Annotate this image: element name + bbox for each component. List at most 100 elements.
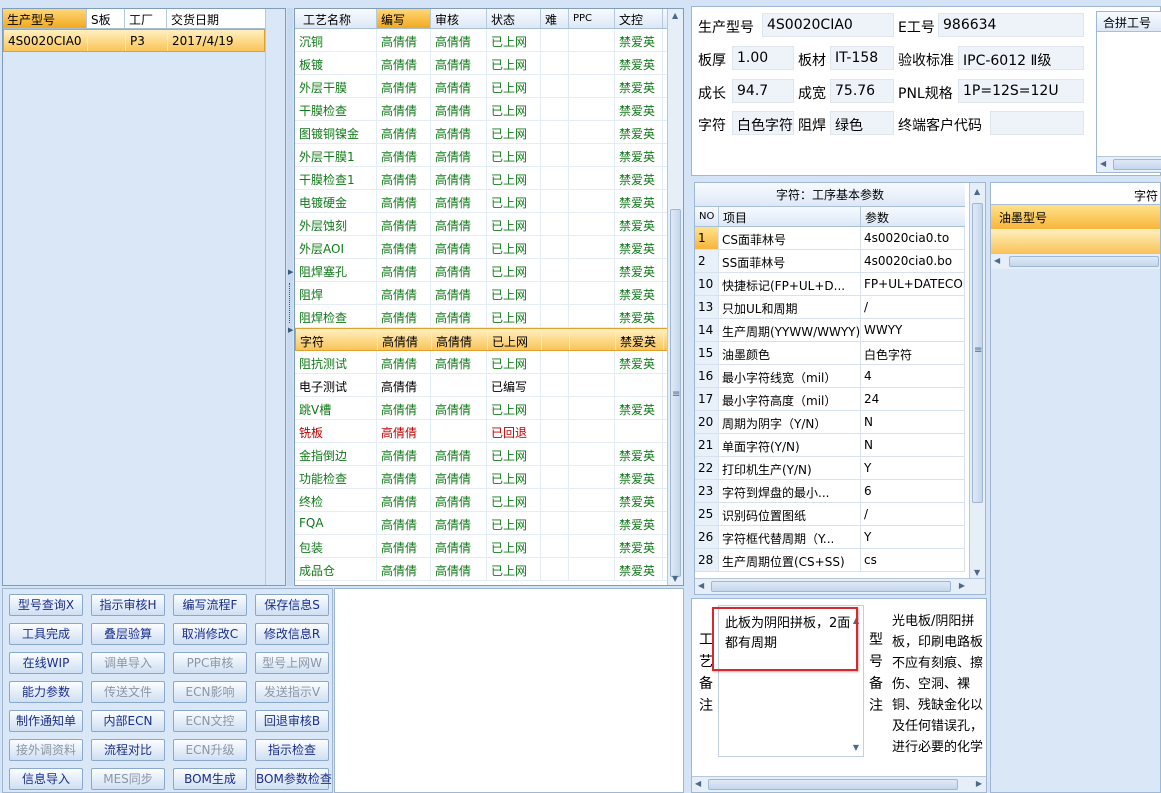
- col-ppc[interactable]: PPC: [569, 9, 615, 28]
- action-button[interactable]: 信息导入: [9, 768, 83, 790]
- process-row[interactable]: 成品仓 高倩倩 高倩倩 已上网 禁爱英: [295, 558, 683, 581]
- param-row[interactable]: 23 字符到焊盘的最小... 6: [695, 480, 965, 503]
- col-model[interactable]: 生产型号: [3, 9, 87, 28]
- action-button[interactable]: 制作通知单: [9, 710, 83, 732]
- param-row[interactable]: 22 打印机生产(Y/N) Y: [695, 457, 965, 480]
- col-factory[interactable]: 工厂: [125, 9, 167, 28]
- action-button[interactable]: 回退审核B: [255, 710, 329, 732]
- param-row[interactable]: 26 字符框代替周期（Y... Y: [695, 526, 965, 549]
- col-review[interactable]: 审核: [431, 9, 487, 28]
- col-write[interactable]: 编写: [377, 9, 431, 28]
- action-button[interactable]: BOM生成: [173, 768, 247, 790]
- process-row[interactable]: 干膜检查 高倩倩 高倩倩 已上网 禁爱英: [295, 98, 683, 121]
- char-color-field[interactable]: 白色字符: [732, 111, 794, 135]
- col-doc[interactable]: 文控: [615, 9, 663, 28]
- action-button[interactable]: 内部ECN: [91, 710, 165, 732]
- col-ink-model[interactable]: 油墨型号: [991, 205, 1160, 229]
- e-number-field[interactable]: 986634: [938, 13, 1084, 37]
- process-row[interactable]: 字符 高倩倩 高倩倩 已上网 禁爱英: [295, 328, 683, 351]
- process-row[interactable]: 终检 高倩倩 高倩倩 已上网 禁爱英: [295, 489, 683, 512]
- standard-field[interactable]: IPC-6012 Ⅱ级: [958, 46, 1084, 70]
- col-param[interactable]: 参数: [861, 207, 965, 226]
- param-row[interactable]: 13 只加UL和周期 /: [695, 296, 965, 319]
- action-button[interactable]: 取消修改C: [173, 623, 247, 645]
- param-row[interactable]: 15 油墨颜色 白色字符: [695, 342, 965, 365]
- length-field[interactable]: 94.7: [732, 79, 794, 103]
- process-row[interactable]: 金指倒边 高倩倩 高倩倩 已上网 禁爱英: [295, 443, 683, 466]
- action-button[interactable]: ECN影响: [173, 681, 247, 703]
- action-button[interactable]: BOM参数检查: [255, 768, 332, 790]
- process-row[interactable]: 包装 高倩倩 高倩倩 已上网 禁爱英: [295, 535, 683, 558]
- pnl-field[interactable]: 1P=12S=12U: [958, 79, 1084, 103]
- col-item[interactable]: 项目: [719, 207, 861, 226]
- process-row[interactable]: 阻抗测试 高倩倩 高倩倩 已上网 禁爱英: [295, 351, 683, 374]
- process-row[interactable]: 外层干膜 高倩倩 高倩倩 已上网 禁爱英: [295, 75, 683, 98]
- process-row[interactable]: 图镀铜镍金 高倩倩 高倩倩 已上网 禁爱英: [295, 121, 683, 144]
- process-row[interactable]: 外层AOI 高倩倩 高倩倩 已上网 禁爱英: [295, 236, 683, 259]
- param-row[interactable]: 1 CS面菲林号 4s0020cia0.to: [695, 227, 965, 250]
- process-row[interactable]: 外层蚀刻 高倩倩 高倩倩 已上网 禁爱英: [295, 213, 683, 236]
- param-row[interactable]: 21 单面字符(Y/N) N: [695, 434, 965, 457]
- action-button[interactable]: 传送文件: [91, 681, 165, 703]
- process-row[interactable]: 铣板 高倩倩 已回退: [295, 420, 683, 443]
- mask-color-field[interactable]: 绿色: [830, 111, 894, 135]
- thickness-field[interactable]: 1.00: [732, 46, 794, 70]
- process-row[interactable]: 电子测试 高倩倩 已编写: [295, 374, 683, 397]
- col-process-name[interactable]: 工艺名称: [295, 9, 377, 28]
- action-button[interactable]: 编写流程F: [173, 594, 247, 616]
- customer-field[interactable]: [990, 111, 1084, 135]
- splitter[interactable]: ▶ ▶: [287, 8, 293, 586]
- params-vscroll[interactable]: ▲ ≡ ▼: [969, 183, 985, 579]
- process-row[interactable]: 阻焊检查 高倩倩 高倩倩 已上网 禁爱英: [295, 305, 683, 328]
- param-row[interactable]: 25 识别码位置图纸 /: [695, 503, 965, 526]
- action-button[interactable]: 调单导入: [91, 652, 165, 674]
- param-row[interactable]: 17 最小字符高度（mil） 24: [695, 388, 965, 411]
- param-row[interactable]: 28 生产周期位置(CS+SS) cs: [695, 549, 965, 572]
- param-row[interactable]: 20 周期为阴字（Y/N） N: [695, 411, 965, 434]
- action-button[interactable]: 型号查询X: [9, 594, 83, 616]
- action-button[interactable]: ECN文控: [173, 710, 247, 732]
- action-button[interactable]: 指示审核H: [91, 594, 165, 616]
- action-button[interactable]: 流程对比: [91, 739, 165, 761]
- col-merge[interactable]: 合拼工号: [1097, 12, 1161, 32]
- model-row[interactable]: 4S0020CIA0 P3 2017/4/19: [3, 29, 265, 52]
- process-row[interactable]: 跳V槽 高倩倩 高倩倩 已上网 禁爱英: [295, 397, 683, 420]
- process-row[interactable]: 沉铜 高倩倩 高倩倩 已上网 禁爱英: [295, 29, 683, 52]
- param-row[interactable]: 10快捷标记(FP+UL+D...FP+UL+DATECODE: [695, 273, 965, 296]
- param-row[interactable]: 14 生产周期(YYWW/WWYY) WWYY: [695, 319, 965, 342]
- model-note-field[interactable]: 光电板/阴阳拼板，印刷电路板不应有刻痕、擦伤、空洞、裸铜、残缺金化以及任何错误孔…: [888, 605, 986, 757]
- param-row[interactable]: 16 最小字符线宽（mil） 4: [695, 365, 965, 388]
- action-button[interactable]: PPC审核: [173, 652, 247, 674]
- col-s[interactable]: S板: [87, 9, 125, 28]
- col-status[interactable]: 状态: [487, 9, 541, 28]
- merge-list[interactable]: 合拼工号 ◀: [1096, 11, 1161, 173]
- param-row[interactable]: 2 SS面菲林号 4s0020cia0.bo: [695, 250, 965, 273]
- process-row[interactable]: 板镀 高倩倩 高倩倩 已上网 禁爱英: [295, 52, 683, 75]
- ink-row[interactable]: [991, 229, 1160, 253]
- action-button[interactable]: 在线WIP: [9, 652, 83, 674]
- process-row[interactable]: 阻焊塞孔 高倩倩 高倩倩 已上网 禁爱英: [295, 259, 683, 282]
- action-button[interactable]: 发送指示V: [255, 681, 329, 703]
- ink-hscroll[interactable]: ◀: [991, 253, 1160, 269]
- notes-hscroll[interactable]: ◀ ▶: [692, 776, 986, 792]
- action-button[interactable]: 能力参数: [9, 681, 83, 703]
- col-hard[interactable]: 难: [541, 9, 569, 28]
- process-row[interactable]: 功能检查 高倩倩 高倩倩 已上网 禁爱英: [295, 466, 683, 489]
- action-button[interactable]: 工具完成: [9, 623, 83, 645]
- process-row[interactable]: FQA 高倩倩 高倩倩 已上网 禁爱英: [295, 512, 683, 535]
- params-hscroll[interactable]: ◀ ▶: [695, 578, 985, 594]
- process-row[interactable]: 外层干膜1 高倩倩 高倩倩 已上网 禁爱英: [295, 144, 683, 167]
- process-row[interactable]: 阻焊 高倩倩 高倩倩 已上网 禁爱英: [295, 282, 683, 305]
- action-button[interactable]: 接外调资料: [9, 739, 83, 761]
- action-button[interactable]: 叠层验算: [91, 623, 165, 645]
- action-button[interactable]: MES同步: [91, 768, 165, 790]
- action-button[interactable]: 保存信息S: [255, 594, 329, 616]
- col-date[interactable]: 交货日期: [167, 9, 265, 28]
- action-button[interactable]: ECN升级: [173, 739, 247, 761]
- action-button[interactable]: 修改信息R: [255, 623, 329, 645]
- action-button[interactable]: 型号上网W: [255, 652, 329, 674]
- process-vscroll[interactable]: ▲ ≡ ▼: [667, 9, 683, 585]
- model-field[interactable]: 4S0020CIA0: [762, 13, 894, 37]
- width-field[interactable]: 75.76: [830, 79, 894, 103]
- process-row[interactable]: 干膜检查1 高倩倩 高倩倩 已上网 禁爱英: [295, 167, 683, 190]
